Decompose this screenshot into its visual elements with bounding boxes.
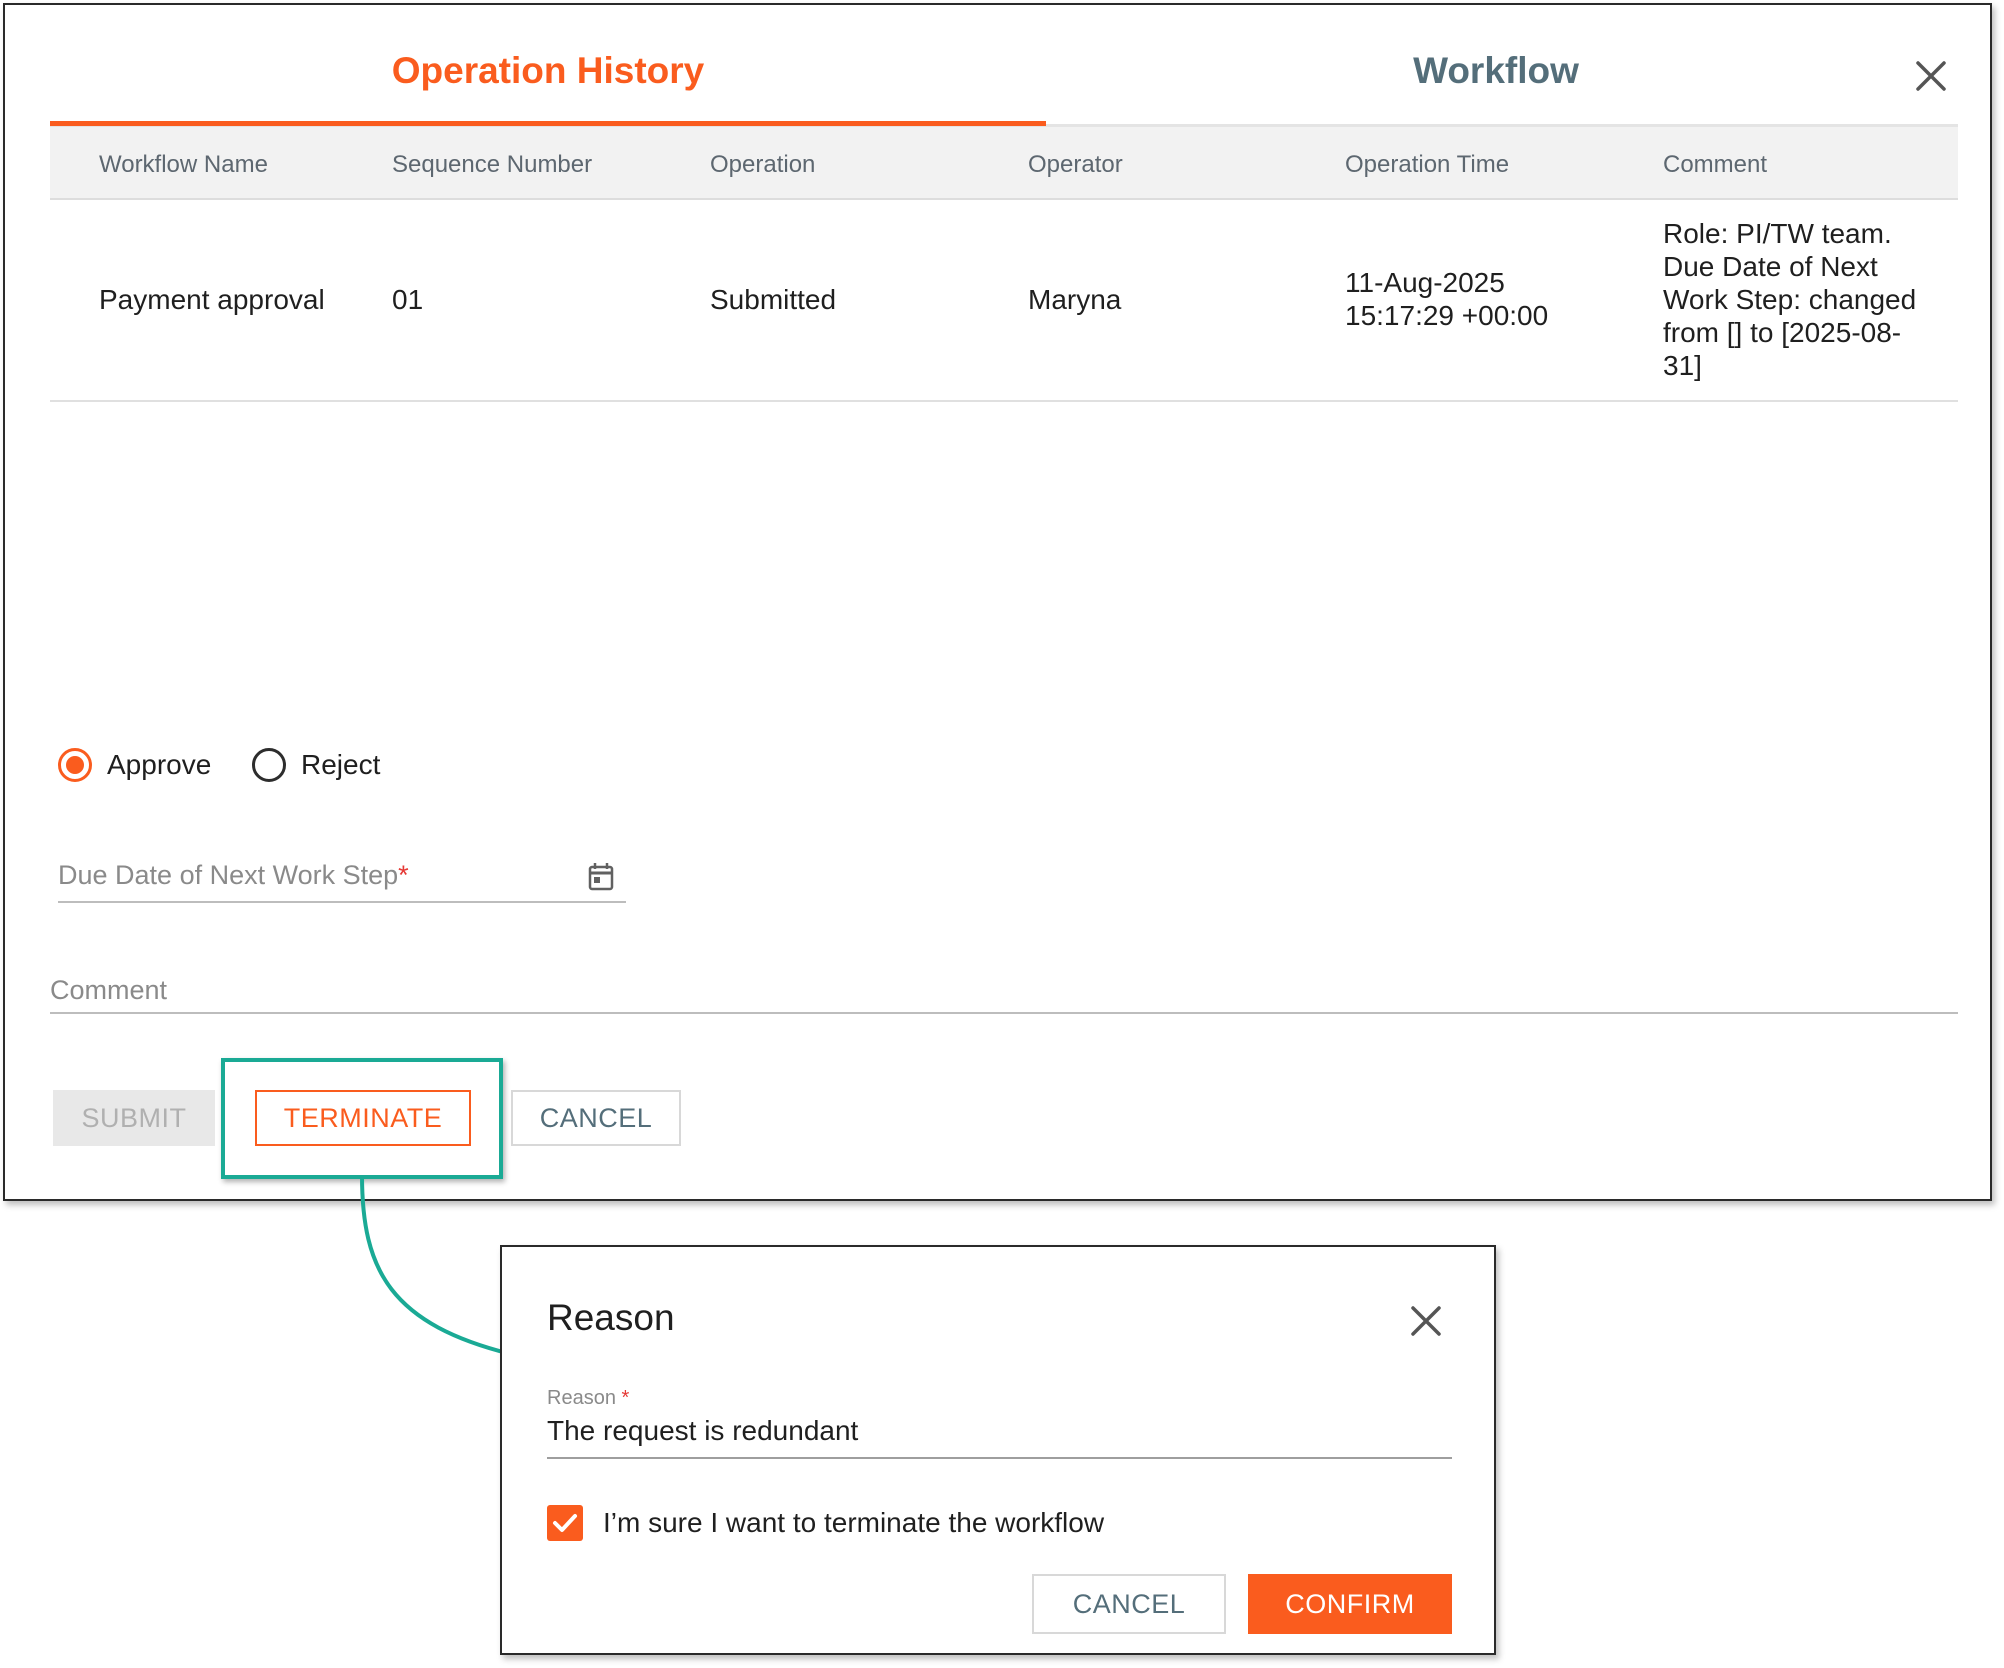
reason-underline — [547, 1457, 1452, 1459]
reason-label-text: Reason — [547, 1387, 616, 1409]
reason-label: Reason * — [547, 1387, 629, 1410]
reason-dialog: Reason Reason * The request is redundant… — [500, 1245, 1496, 1655]
confirm-button[interactable]: CONFIRM — [1248, 1574, 1452, 1634]
confirm-checkbox[interactable] — [547, 1505, 583, 1541]
reason-input[interactable]: The request is redundant — [547, 1415, 858, 1447]
confirm-checkbox-label[interactable]: I’m sure I want to terminate the workflo… — [603, 1507, 1104, 1539]
close-icon[interactable] — [1410, 1305, 1442, 1337]
required-asterisk: * — [621, 1387, 630, 1409]
dialog-cancel-button[interactable]: CANCEL — [1032, 1574, 1226, 1634]
dialog-title: Reason — [547, 1297, 675, 1338]
check-icon — [553, 1514, 577, 1532]
